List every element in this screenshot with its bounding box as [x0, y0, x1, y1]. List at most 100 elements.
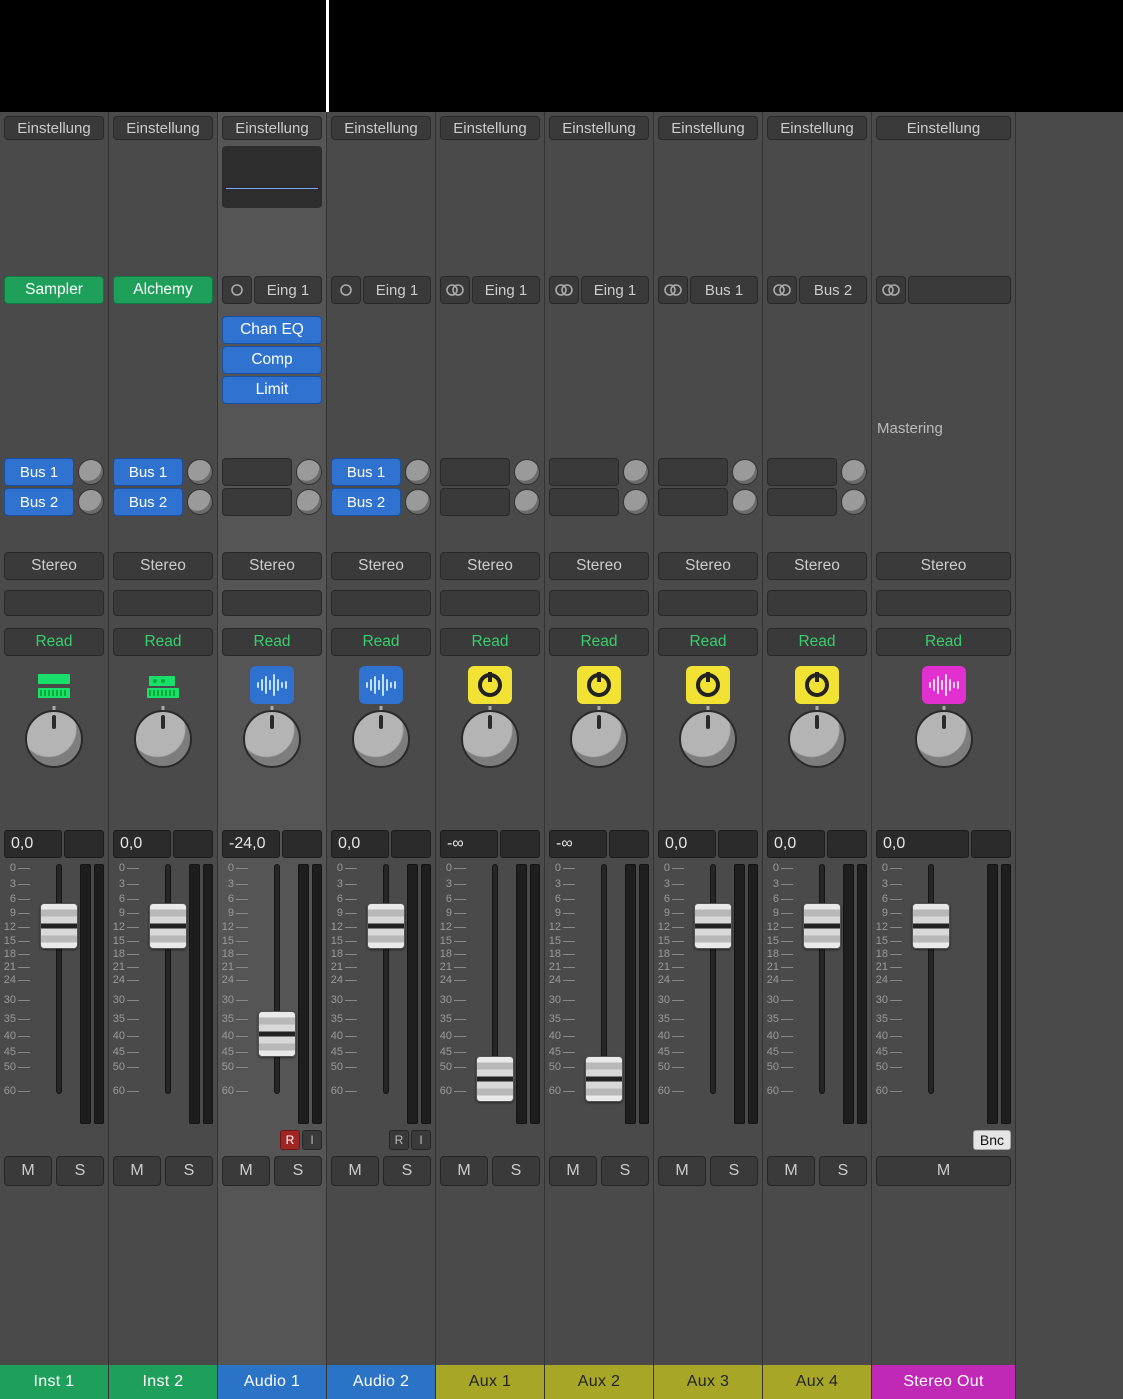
automation-mode-button[interactable]: Read [658, 628, 758, 656]
group-slot[interactable] [549, 590, 649, 616]
pan-knob[interactable] [915, 710, 973, 768]
send-slot[interactable]: Bus 1 [331, 458, 401, 486]
peak-display[interactable] [173, 830, 213, 858]
pan-knob[interactable] [679, 710, 737, 768]
mute-button[interactable]: M [876, 1156, 1011, 1186]
send-slot-empty[interactable] [440, 488, 510, 516]
solo-button[interactable]: S [492, 1156, 540, 1186]
automation-mode-button[interactable]: Read [4, 628, 104, 656]
peak-display[interactable] [282, 830, 322, 858]
group-slot[interactable] [113, 590, 213, 616]
send-slot-empty[interactable] [222, 488, 292, 516]
pan-knob[interactable] [134, 710, 192, 768]
mute-button[interactable]: M [222, 1156, 270, 1186]
automation-mode-button[interactable]: Read [549, 628, 649, 656]
send-level-knob[interactable] [296, 459, 322, 485]
channel-name-label[interactable]: Aux 3 [654, 1365, 762, 1399]
automation-mode-button[interactable]: Read [113, 628, 213, 656]
send-slot-empty[interactable] [440, 458, 510, 486]
send-level-knob[interactable] [187, 489, 213, 515]
mute-button[interactable]: M [658, 1156, 706, 1186]
group-slot[interactable] [222, 590, 322, 616]
send-slot-empty[interactable] [222, 458, 292, 486]
automation-mode-button[interactable]: Read [440, 628, 540, 656]
send-level-knob[interactable] [78, 459, 104, 485]
channel-name-label[interactable]: Aux 2 [545, 1365, 653, 1399]
volume-fader[interactable] [694, 903, 732, 949]
channel-name-label[interactable]: Inst 2 [109, 1365, 217, 1399]
volume-fader[interactable] [40, 903, 78, 949]
send-level-knob[interactable] [405, 489, 431, 515]
send-slot[interactable]: Bus 2 [113, 488, 183, 516]
output-slot[interactable]: Stereo [767, 552, 867, 580]
group-slot[interactable] [876, 590, 1011, 616]
send-level-knob[interactable] [732, 459, 758, 485]
channel-settings-button[interactable]: Einstellung [767, 116, 867, 140]
solo-button[interactable]: S [710, 1156, 758, 1186]
send-slot-empty[interactable] [767, 458, 837, 486]
channel-name-label[interactable]: Audio 2 [327, 1365, 435, 1399]
send-level-knob[interactable] [78, 489, 104, 515]
bounce-button[interactable]: Bnc [973, 1130, 1011, 1150]
mute-button[interactable]: M [331, 1156, 379, 1186]
instrument-slot[interactable]: Sampler [4, 276, 104, 304]
send-slot[interactable]: Bus 1 [4, 458, 74, 486]
volume-display[interactable]: 0,0 [767, 830, 825, 858]
mute-button[interactable]: M [4, 1156, 52, 1186]
channel-settings-button[interactable]: Einstellung [331, 116, 431, 140]
channel-name-label[interactable]: Aux 4 [763, 1365, 871, 1399]
peak-display[interactable] [609, 830, 649, 858]
input-format-mono-icon[interactable] [331, 276, 361, 304]
volume-fader[interactable] [912, 903, 950, 949]
pan-knob[interactable] [461, 710, 519, 768]
channel-settings-button[interactable]: Einstellung [440, 116, 540, 140]
pan-knob[interactable] [352, 710, 410, 768]
fader-track[interactable] [466, 864, 512, 1124]
volume-fader[interactable] [149, 903, 187, 949]
pan-knob[interactable] [243, 710, 301, 768]
volume-display[interactable]: -∞ [440, 830, 498, 858]
output-slot[interactable]: Stereo [222, 552, 322, 580]
send-slot-empty[interactable] [658, 458, 728, 486]
fader-track[interactable] [793, 864, 839, 1124]
input-format-stereo-icon[interactable] [658, 276, 688, 304]
channel-name-label[interactable]: Aux 1 [436, 1365, 544, 1399]
volume-fader[interactable] [367, 903, 405, 949]
send-level-knob[interactable] [514, 489, 540, 515]
mute-button[interactable]: M [767, 1156, 815, 1186]
input-format-stereo-icon[interactable] [876, 276, 906, 304]
send-slot-empty[interactable] [549, 488, 619, 516]
fader-track[interactable] [139, 864, 185, 1124]
send-slot[interactable]: Bus 1 [113, 458, 183, 486]
fader-track[interactable] [575, 864, 621, 1124]
volume-fader[interactable] [585, 1056, 623, 1102]
send-level-knob[interactable] [296, 489, 322, 515]
automation-mode-button[interactable]: Read [331, 628, 431, 656]
fader-track[interactable] [902, 864, 983, 1124]
output-slot[interactable]: Stereo [331, 552, 431, 580]
output-slot[interactable]: Stereo [113, 552, 213, 580]
peak-display[interactable] [64, 830, 104, 858]
volume-display[interactable]: 0,0 [331, 830, 389, 858]
solo-button[interactable]: S [274, 1156, 322, 1186]
input-format-mono-icon[interactable] [222, 276, 252, 304]
peak-display[interactable] [500, 830, 540, 858]
output-slot[interactable]: Stereo [549, 552, 649, 580]
volume-display[interactable]: -∞ [549, 830, 607, 858]
input-slot[interactable]: Eing 1 [472, 276, 540, 304]
fader-track[interactable] [684, 864, 730, 1124]
channel-settings-button[interactable]: Einstellung [658, 116, 758, 140]
input-slot[interactable]: Bus 1 [690, 276, 758, 304]
volume-display[interactable]: 0,0 [113, 830, 171, 858]
send-level-knob[interactable] [405, 459, 431, 485]
peak-display[interactable] [827, 830, 867, 858]
send-level-knob[interactable] [732, 489, 758, 515]
channel-settings-button[interactable]: Einstellung [222, 116, 322, 140]
send-level-knob[interactable] [841, 459, 867, 485]
eq-thumbnail[interactable] [222, 146, 322, 208]
group-slot[interactable] [4, 590, 104, 616]
peak-display[interactable] [971, 830, 1011, 858]
send-level-knob[interactable] [841, 489, 867, 515]
audio-fx-slot[interactable]: Chan EQ [222, 316, 322, 344]
send-level-knob[interactable] [623, 459, 649, 485]
